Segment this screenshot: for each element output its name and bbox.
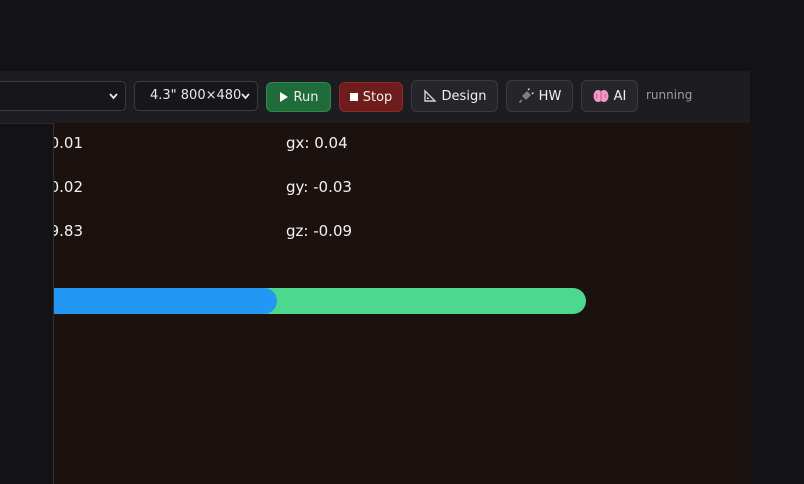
run-button[interactable]: Run	[266, 82, 331, 112]
ai-label: AI	[613, 88, 627, 104]
gyro-x-readout: gx: 0.04	[286, 134, 348, 152]
run-label: Run	[293, 89, 319, 105]
device-select[interactable]	[0, 81, 126, 111]
hardware-button[interactable]: HW	[506, 80, 573, 112]
set-square-icon	[423, 89, 437, 103]
progress-bar-fill	[54, 288, 277, 314]
chevron-down-icon	[108, 82, 119, 121]
gyro-y-readout: gy: -0.03	[286, 178, 352, 196]
screen-size-value: 4.3" 800×480	[150, 88, 242, 103]
stop-icon	[349, 93, 358, 101]
hw-label: HW	[538, 88, 562, 104]
accel-x-readout: 0.01	[54, 134, 83, 152]
progress-bar	[54, 288, 586, 314]
ai-button[interactable]: AI	[581, 80, 638, 112]
toolbar: 4.3" 800×480 Run Stop Design HW AI runni…	[0, 71, 750, 124]
stop-button[interactable]: Stop	[339, 82, 403, 112]
accel-z-readout: 9.83	[54, 222, 83, 240]
run-status-text: running	[646, 88, 693, 102]
stop-label: Stop	[362, 89, 393, 105]
design-label: Design	[441, 88, 487, 104]
design-button[interactable]: Design	[411, 80, 498, 112]
play-icon	[279, 91, 289, 103]
accel-y-readout: 0.02	[54, 178, 83, 196]
gyro-z-readout: gz: -0.09	[286, 222, 353, 240]
preview-canvas: 0.01 0.02 9.83 gx: 0.04 gy: -0.03 gz: -0…	[54, 123, 750, 484]
brain-icon	[593, 89, 609, 103]
screen-size-select[interactable]: 4.3" 800×480	[134, 81, 258, 111]
chevron-down-icon	[240, 82, 251, 121]
plug-icon	[518, 88, 534, 104]
